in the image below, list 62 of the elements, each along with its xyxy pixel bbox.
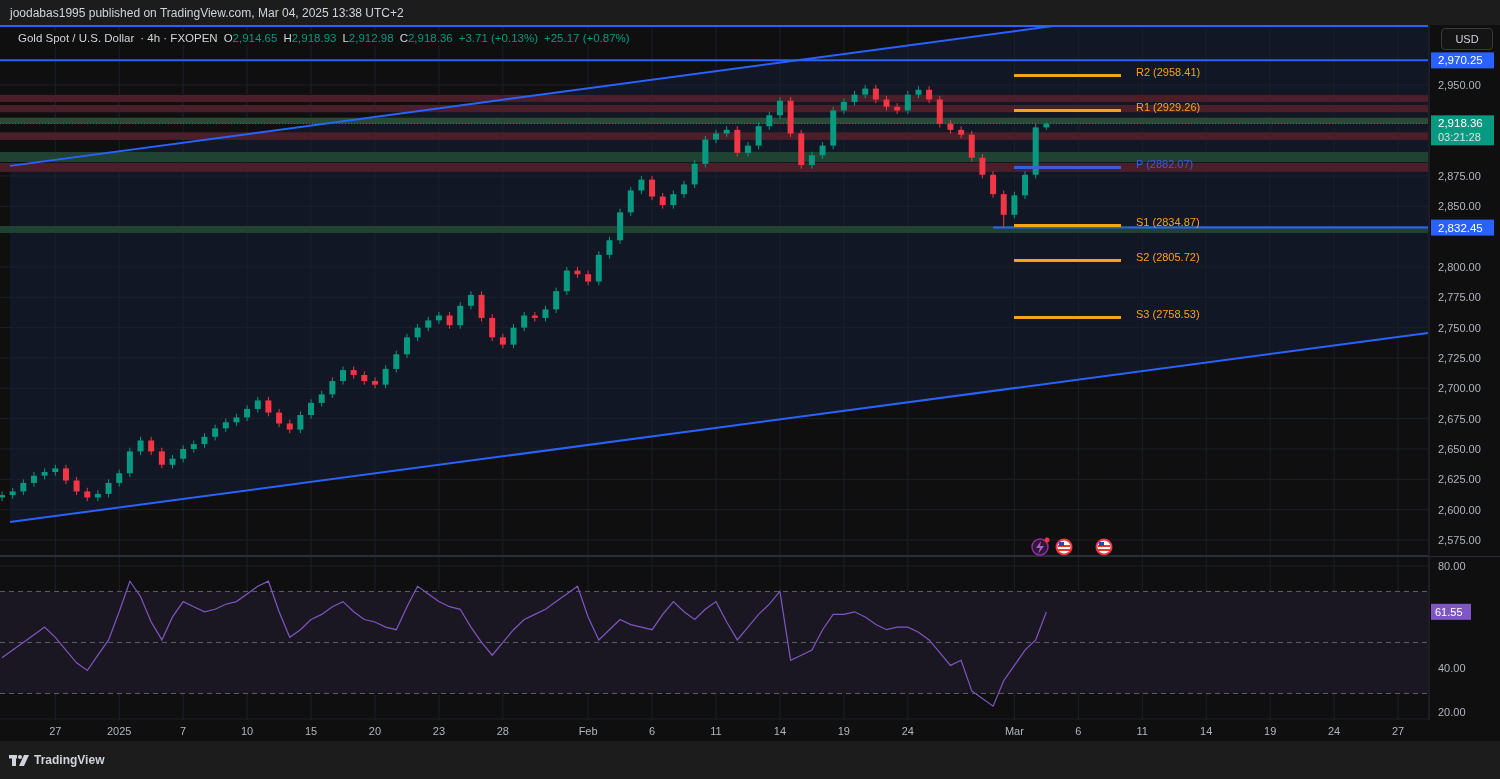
rsi-axis-label: 40.00 xyxy=(1438,661,1466,674)
brand-name: TradingView xyxy=(34,753,105,767)
time-axis-label: 27 xyxy=(49,725,62,737)
time-axis-label: 14 xyxy=(1200,725,1213,737)
price-tag: 2,918.36 03:21:28 xyxy=(1431,115,1494,146)
time-axis-label: 23 xyxy=(432,725,446,737)
flag-icon xyxy=(1095,538,1113,556)
time-axis-label: 19 xyxy=(837,725,850,737)
price-axis-label: 2,775.00 xyxy=(1438,291,1481,304)
time-axis-label: 10 xyxy=(241,725,254,737)
time-axis-label: Feb xyxy=(578,725,598,737)
time-axis-label: 24 xyxy=(901,725,914,737)
pivot-level: S1 (2834.87) xyxy=(1014,216,1200,228)
rsi-axis-label: 80.00 xyxy=(1438,559,1466,572)
lightning-icon xyxy=(1031,537,1050,556)
pivot-level: P (2882.07) xyxy=(1014,158,1194,170)
price-axis-label: 2,650.00 xyxy=(1438,442,1481,455)
time-axis-label: 15 xyxy=(304,725,318,737)
pivot-level: S2 (2805.72) xyxy=(1014,251,1200,263)
time-axis-label: 11 xyxy=(1136,725,1148,737)
time-axis-label: 7 xyxy=(180,725,187,737)
price-tag: 2,970.25 xyxy=(1431,52,1494,69)
time-axis-label: 24 xyxy=(1327,725,1341,737)
price-axis-label: 2,625.00 xyxy=(1438,473,1481,486)
price-change: +25.17 (+0.87%) xyxy=(544,32,630,44)
time-axis-label: 11 xyxy=(710,725,722,737)
logo-icon xyxy=(9,754,29,766)
currency-button[interactable]: USD xyxy=(1441,28,1493,50)
pivot-level: R1 (2929.26) xyxy=(1014,101,1201,113)
time-axis-label: 27 xyxy=(1391,725,1405,737)
time-axis-label: 2025 xyxy=(107,725,132,737)
price-axis-label: 2,800.00 xyxy=(1438,260,1481,273)
pivot-level: S3 (2758.53) xyxy=(1014,308,1200,320)
price-axis-label: 2,850.00 xyxy=(1438,200,1481,213)
time-axis-label: 6 xyxy=(649,725,656,737)
time-axis-label: Mar xyxy=(1004,725,1024,737)
ohlc-value: O2,914.65 xyxy=(223,32,278,44)
rsi-axis-label: 20.00 xyxy=(1438,706,1466,718)
ohlc-value: H2,918.93 xyxy=(283,32,337,44)
time-axis-label: 28 xyxy=(496,725,509,737)
price-axis-label: 2,750.00 xyxy=(1438,321,1481,334)
ohlc-value: L2,912.98 xyxy=(342,32,394,44)
price-axis-label: 2,725.00 xyxy=(1438,351,1481,364)
price-axis-label: 2,600.00 xyxy=(1438,503,1481,516)
pivot-level: R2 (2958.41) xyxy=(1014,66,1201,78)
price-axis-label: 2,575.00 xyxy=(1438,534,1481,546)
time-axis-label: 20 xyxy=(368,725,382,737)
time-axis-label: 19 xyxy=(1264,725,1277,737)
symbol-name: Gold Spot / U.S. Dollar xyxy=(18,32,135,44)
flag-icon xyxy=(1055,538,1073,556)
time-axis-label: 14 xyxy=(773,725,787,737)
symbol-details: · 4h · FXOPEN xyxy=(140,32,218,44)
rsi-value-tag: 61.55 xyxy=(1431,603,1471,620)
publish-info: joodabas1995 published on TradingView.com, Mar 04, 2025 13:38 UTC+2 xyxy=(10,5,404,20)
price-axis-label: 2,950.00 xyxy=(1438,78,1481,91)
time-axis-label: 6 xyxy=(1075,725,1082,737)
price-axis-label: 2,700.00 xyxy=(1438,382,1481,395)
price-axis-label: 2,675.00 xyxy=(1438,412,1481,425)
price-tag: 2,832.45 xyxy=(1431,219,1494,236)
ohlc-value: C2,918.36 xyxy=(399,32,453,44)
price-axis-label: 2,875.00 xyxy=(1438,169,1481,182)
price-change: +3.71 (+0.13%) xyxy=(458,32,538,44)
